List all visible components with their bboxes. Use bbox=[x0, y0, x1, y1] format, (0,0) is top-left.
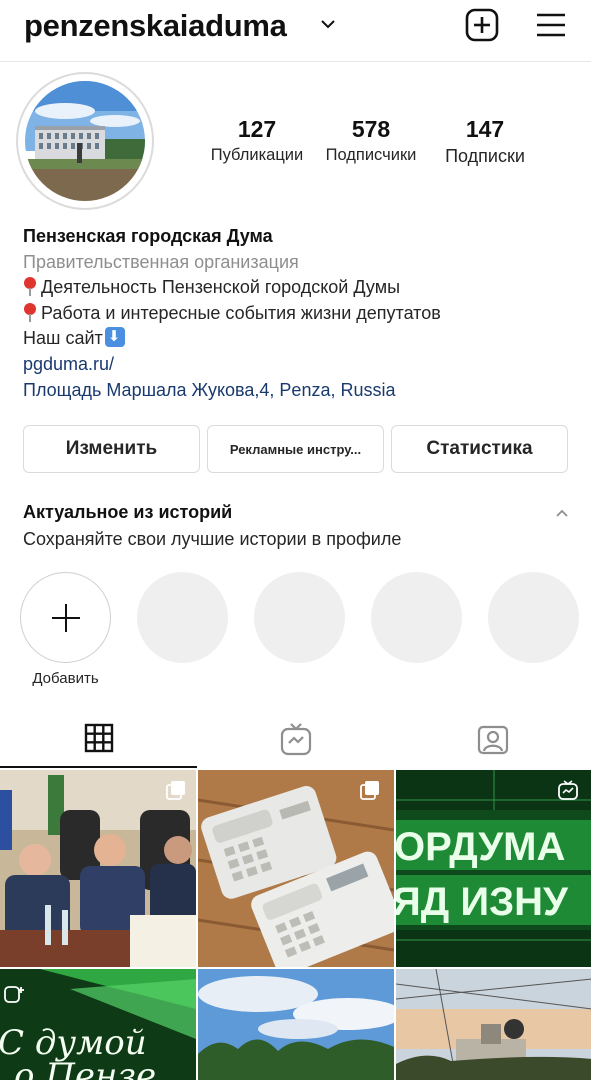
add-highlight-label: Добавить bbox=[32, 670, 99, 687]
followers-label: Подписчики bbox=[325, 146, 417, 164]
down-arrow-icon bbox=[104, 327, 125, 348]
posts-label: Публикации bbox=[210, 146, 304, 164]
tab-igtv[interactable] bbox=[197, 710, 394, 768]
avatar[interactable] bbox=[16, 72, 154, 210]
profile-category: Правительственная организация bbox=[23, 251, 299, 272]
add-highlight-button[interactable] bbox=[20, 572, 111, 663]
post-image bbox=[396, 969, 591, 1080]
post-thumbnail[interactable] bbox=[396, 969, 591, 1080]
following-count: 147 bbox=[465, 116, 505, 142]
posts-count: 127 bbox=[237, 116, 277, 142]
posts-stat[interactable]: 127 Публикации bbox=[202, 116, 312, 165]
bio-line-2-text: Работа и интересные события жизни депута… bbox=[41, 302, 441, 323]
highlight-placeholder bbox=[371, 572, 462, 663]
post-image: С думой о Пензе bbox=[0, 969, 196, 1080]
post-thumbnail[interactable] bbox=[198, 770, 394, 967]
top-bar: penzenskaiaduma bbox=[0, 0, 591, 62]
post-3-text-line-2: ЯД ИЗНУ bbox=[396, 880, 569, 924]
grid-icon bbox=[84, 723, 113, 753]
post-thumbnail[interactable] bbox=[198, 969, 394, 1080]
post-image bbox=[198, 969, 394, 1080]
highlights-title: Актуальное из историй bbox=[23, 502, 233, 522]
insights-button[interactable]: Статистика bbox=[391, 425, 568, 473]
profile-photo bbox=[25, 81, 145, 201]
tab-grid[interactable] bbox=[0, 710, 197, 768]
post-thumbnail[interactable]: ОРДУМА ЯД ИЗНУ bbox=[396, 770, 591, 967]
hamburger-menu-icon[interactable] bbox=[535, 12, 567, 38]
bio: Пензенская городская Дума Правительствен… bbox=[23, 224, 583, 403]
tab-tagged[interactable] bbox=[394, 710, 591, 768]
post-4-text-line-2: о Пензе bbox=[14, 1056, 156, 1080]
igtv-icon bbox=[558, 780, 578, 800]
pin-icon bbox=[23, 302, 37, 322]
carousel-icon bbox=[166, 781, 185, 800]
post-thumbnail[interactable]: С думой о Пензе bbox=[0, 969, 196, 1080]
highlight-placeholder bbox=[254, 572, 345, 663]
pin-icon bbox=[23, 277, 37, 297]
following-stat[interactable]: 147 Подписки bbox=[432, 116, 538, 167]
followers-count: 578 bbox=[351, 116, 391, 142]
bio-line-3-text: Наш сайт bbox=[23, 328, 103, 349]
bio-line-1: Деятельность Пензенской городской Думы bbox=[23, 275, 583, 301]
bio-line-3: Наш сайт bbox=[23, 326, 583, 352]
highlight-placeholder bbox=[137, 572, 228, 663]
chevron-down-icon[interactable] bbox=[318, 14, 338, 34]
igtv-icon bbox=[4, 986, 24, 1003]
website-link[interactable]: pgduma.ru/ bbox=[23, 352, 583, 378]
profile-name: Пензенская городская Дума bbox=[23, 226, 273, 246]
tagged-icon bbox=[477, 725, 508, 755]
igtv-icon bbox=[280, 723, 311, 756]
bio-line-1-text: Деятельность Пензенской городской Думы bbox=[41, 277, 401, 298]
following-label: Подписки bbox=[445, 146, 525, 166]
followers-stat[interactable]: 578 Подписчики bbox=[318, 116, 424, 165]
carousel-icon bbox=[360, 781, 379, 800]
username-title[interactable]: penzenskaiaduma bbox=[24, 8, 287, 44]
edit-profile-button[interactable]: Изменить bbox=[23, 425, 200, 473]
profile-tabs bbox=[0, 710, 591, 768]
highlights-subtitle: Сохраняйте свои лучшие истории в профиле bbox=[23, 529, 402, 549]
bio-line-2: Работа и интересные события жизни депута… bbox=[23, 301, 583, 327]
highlight-placeholder bbox=[488, 572, 579, 663]
chevron-up-icon[interactable] bbox=[553, 506, 571, 520]
address-link[interactable]: Площадь Маршала Жукова,4, Penza, Russia bbox=[23, 378, 583, 404]
post-thumbnail[interactable] bbox=[0, 770, 196, 967]
post-3-text-line-1: ОРДУМА bbox=[396, 825, 565, 869]
plus-square-icon[interactable] bbox=[465, 8, 499, 42]
ad-tools-button[interactable]: Рекламные инстру... bbox=[207, 425, 384, 473]
